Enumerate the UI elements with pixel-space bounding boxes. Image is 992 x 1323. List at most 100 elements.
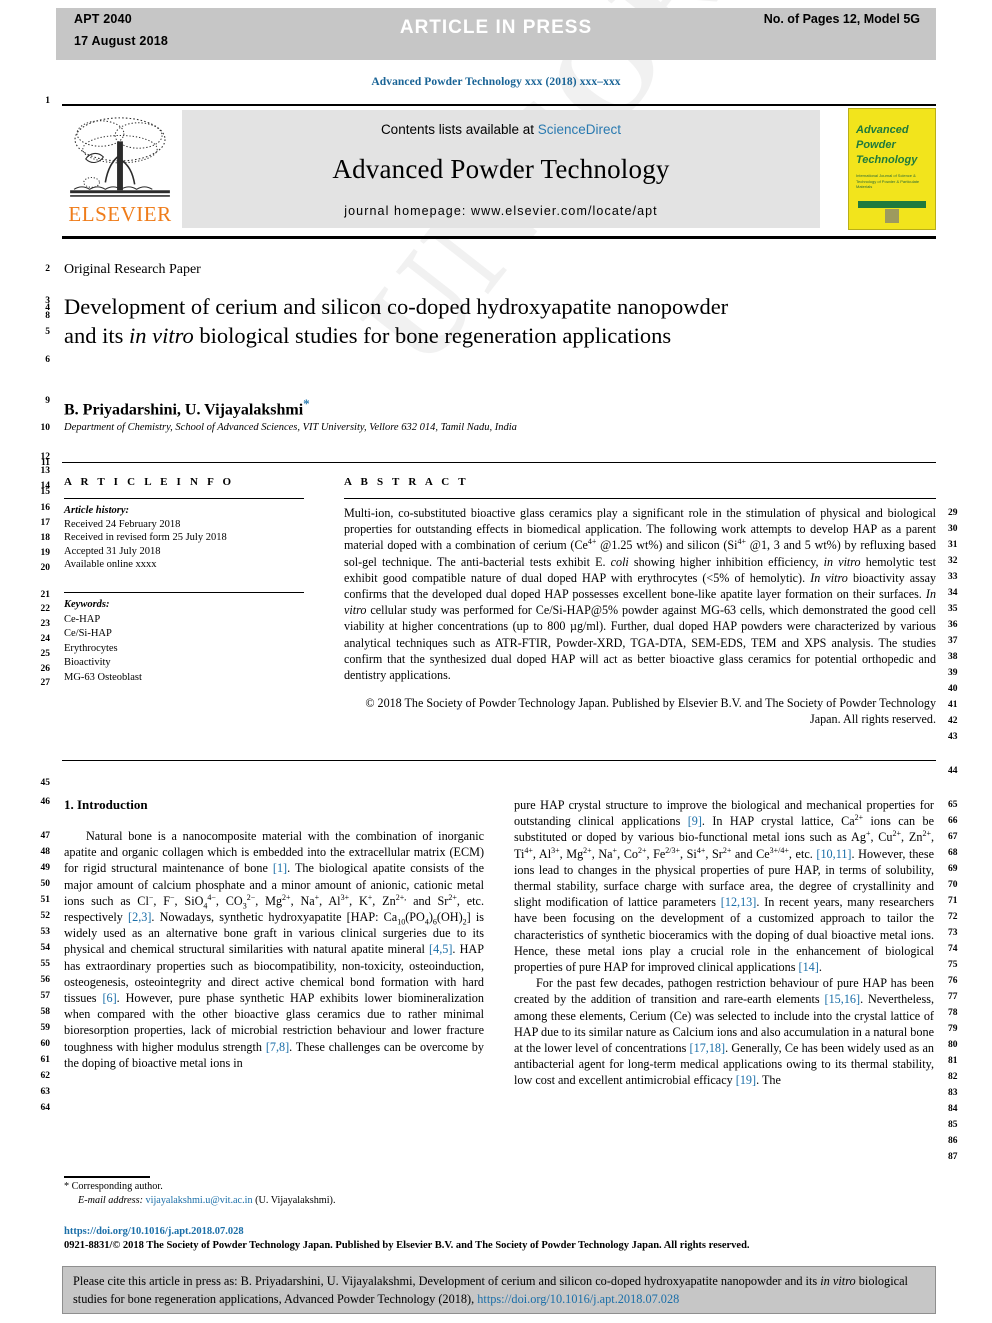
line-number: 20 — [40, 563, 51, 573]
title-italic-invitro: in vitro — [129, 323, 194, 348]
section-heading-introduction: 1. Introduction — [64, 797, 148, 812]
line-number: 64 — [40, 1103, 51, 1113]
corresponding-author-note: * Corresponding author. — [64, 1181, 163, 1192]
line-number: 82 — [948, 1072, 958, 1082]
elsevier-wordmark: ELSEVIER — [68, 202, 172, 226]
article-info-rule — [64, 498, 304, 499]
info-block-rule-bottom — [62, 760, 936, 761]
line-number: 60 — [40, 1039, 51, 1049]
line-number: 61 — [40, 1055, 51, 1065]
abstract-heading: A B S T R A C T — [344, 476, 469, 488]
line-number: 81 — [948, 1056, 958, 1066]
author-affiliation: Department of Chemistry, School of Advan… — [64, 422, 517, 433]
line-number: 8 — [45, 311, 50, 321]
citation-ref[interactable]: [14] — [799, 960, 819, 974]
page-title: Development of cerium and silicon co-dop… — [64, 292, 764, 350]
line-number: 39 — [948, 668, 958, 678]
citation-ref[interactable]: [15,16] — [825, 992, 861, 1006]
line-number: 18 — [40, 533, 51, 543]
journal-cover-thumbnail: Advanced Powder Technology International… — [848, 108, 936, 230]
line-number: 52 — [40, 911, 51, 921]
citation-ref[interactable]: [10,11] — [816, 847, 851, 861]
line-number: 62 — [40, 1071, 51, 1081]
cite-italic-invitro: in vitro — [820, 1274, 856, 1288]
history-item: Received in revised form 25 July 2018 — [64, 532, 227, 544]
cover-publisher-mark — [885, 209, 899, 223]
contents-prefix-text: Contents lists available at — [380, 122, 538, 137]
citation-ref[interactable]: [19] — [736, 1073, 756, 1087]
citation-ref[interactable]: [17,18] — [690, 1041, 726, 1055]
elsevier-tree-icon — [70, 117, 170, 197]
line-number: 38 — [948, 652, 958, 662]
citation-ref[interactable]: [12,13] — [721, 895, 757, 909]
line-number: 48 — [40, 847, 51, 857]
line-number: 17 — [40, 518, 51, 528]
article-history-block: Article history: Received 24 February 20… — [64, 504, 314, 572]
email-link[interactable]: vijayalakshmi.u@vit.ac.in — [146, 1195, 253, 1206]
history-item: Received 24 February 2018 — [64, 518, 181, 530]
body-column-right: pure HAP crystal structure to improve th… — [514, 797, 934, 1089]
cite-doi-link[interactable]: https://doi.org/10.1016/j.apt.2018.07.02… — [477, 1292, 679, 1306]
line-number: 53 — [40, 927, 51, 937]
journal-homepage-link[interactable]: journal homepage: www.elsevier.com/locat… — [182, 204, 820, 218]
line-number: 22 — [40, 604, 51, 614]
line-number: 32 — [948, 556, 958, 566]
author-names: B. Priyadarshini, U. Vijayalakshmi — [64, 401, 304, 419]
abstract-italic-coli: coli — [610, 554, 629, 569]
citation-ref[interactable]: [7,8] — [266, 1040, 289, 1054]
journal-masthead: ELSEVIER Contents lists available at Sci… — [62, 108, 936, 230]
cite-this-article-text: Please cite this article in press as: B.… — [73, 1273, 925, 1308]
line-number: 33 — [948, 572, 958, 582]
line-number: 65 — [948, 800, 958, 810]
keyword-item: Bioactivity — [64, 657, 111, 669]
line-number: 6 — [45, 355, 50, 365]
line-number: 45 — [40, 778, 51, 788]
journal-reference: Advanced Powder Technology xxx (2018) xx… — [371, 76, 621, 88]
line-number: 59 — [40, 1023, 51, 1033]
line-number: 23 — [40, 619, 51, 629]
line-number: 40 — [948, 684, 958, 694]
contents-available-line: Contents lists available at ScienceDirec… — [182, 122, 820, 137]
citation-ref[interactable]: [1] — [273, 861, 287, 875]
citation-ref[interactable]: [6] — [102, 991, 116, 1005]
line-number: 36 — [948, 620, 958, 630]
line-number: 26 — [40, 664, 51, 674]
line-number: 10 — [40, 423, 51, 433]
sciencedirect-link[interactable]: ScienceDirect — [538, 122, 621, 137]
line-number: 49 — [40, 863, 51, 873]
line-number: 1 — [45, 96, 50, 106]
masthead-rule-top — [62, 104, 936, 106]
line-number: 58 — [40, 1007, 51, 1017]
citation-ref[interactable]: [2,3] — [128, 910, 151, 924]
line-number: 2 — [45, 264, 50, 274]
line-number: 50 — [40, 879, 51, 889]
line-number: 84 — [948, 1104, 958, 1114]
citation-ref[interactable]: [9] — [688, 814, 702, 828]
keyword-item: Erythrocytes — [64, 642, 118, 654]
keyword-item: Ce/Si-HAP — [64, 628, 112, 640]
line-number: 57 — [40, 991, 51, 1001]
line-number: 87 — [948, 1152, 958, 1162]
keywords-rule — [64, 592, 304, 593]
abstract-seg: showing higher inhibition efficiency, — [628, 554, 824, 569]
abstract-copyright: © 2018 The Society of Powder Technology … — [365, 696, 936, 727]
line-number: 63 — [40, 1087, 51, 1097]
line-number: 27 — [40, 678, 51, 688]
line-number: 44 — [948, 766, 958, 776]
citation-ref[interactable]: [4,5] — [429, 942, 452, 956]
elsevier-logo: ELSEVIER — [62, 110, 178, 228]
line-number: 13 — [40, 466, 51, 476]
doi-link[interactable]: https://doi.org/10.1016/j.apt.2018.07.02… — [64, 1226, 244, 1237]
line-number: 80 — [948, 1040, 958, 1050]
line-number: 30 — [948, 524, 958, 534]
line-number: 47 — [40, 831, 51, 841]
article-in-press-header: APT 2040 17 August 2018 ARTICLE IN PRESS… — [56, 8, 936, 60]
line-number: 19 — [40, 548, 51, 558]
article-info-heading: A R T I C L E I N F O — [64, 476, 235, 488]
abstract-seg: cellular study was performed for Ce/Si-H… — [344, 603, 936, 683]
article-history-label: Article history: — [64, 505, 130, 516]
abstract-text: Multi-ion, co-substituted bioactive glas… — [344, 505, 936, 683]
line-number: 56 — [40, 975, 51, 985]
issn-copyright-line: 0921-8831/© 2018 The Society of Powder T… — [64, 1240, 750, 1251]
abstract-rule — [344, 498, 936, 499]
